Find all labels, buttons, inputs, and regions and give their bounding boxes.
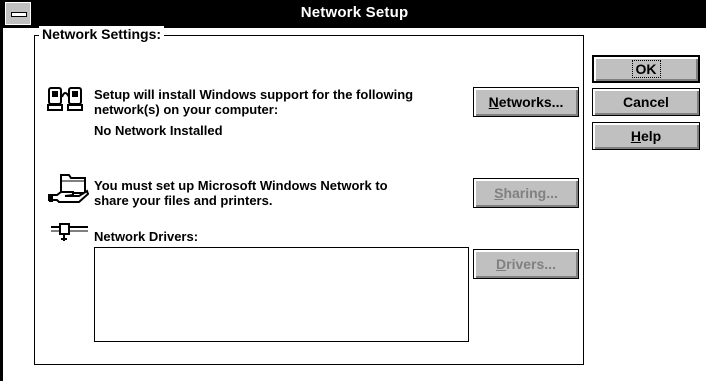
networks-button-label: etworks... bbox=[498, 94, 564, 110]
network-setup-window: Network Setup Network Settings: Setup wi… bbox=[0, 0, 706, 381]
network-drivers-listbox[interactable] bbox=[94, 247, 469, 342]
network-settings-label: Network Settings: bbox=[39, 26, 165, 42]
network-computers-icon bbox=[47, 87, 83, 111]
ok-button-label: OK bbox=[631, 60, 661, 78]
cancel-button[interactable]: Cancel bbox=[592, 88, 700, 116]
ok-button[interactable]: OK bbox=[592, 55, 700, 83]
networks-button-mnemonic: N bbox=[488, 94, 499, 110]
cancel-button-label: Cancel bbox=[623, 94, 669, 110]
sharing-button[interactable]: Sharing... bbox=[473, 178, 579, 208]
networks-description-line2: network(s) on your computer: bbox=[94, 102, 279, 117]
network-drivers-label: Network Drivers: bbox=[94, 229, 199, 244]
help-button[interactable]: Help bbox=[592, 122, 700, 150]
drivers-button-label: rivers... bbox=[506, 256, 556, 272]
network-status-text: No Network Installed bbox=[94, 123, 223, 138]
network-cable-icon bbox=[51, 223, 88, 241]
title-bar[interactable]: Network Setup bbox=[3, 0, 706, 28]
sharing-button-label: haring... bbox=[503, 185, 558, 201]
drivers-button-mnemonic: D bbox=[496, 256, 507, 272]
networks-button[interactable]: Networks... bbox=[473, 87, 579, 117]
help-button-label: elp bbox=[640, 128, 662, 144]
help-button-mnemonic: H bbox=[630, 128, 641, 144]
sharing-description-line1: You must set up Microsoft Windows Networ… bbox=[94, 178, 388, 193]
drivers-button[interactable]: Drivers... bbox=[473, 249, 579, 279]
shared-folder-hand-icon bbox=[48, 174, 90, 203]
sharing-description-line2: share your files and printers. bbox=[94, 193, 273, 208]
window-title: Network Setup bbox=[300, 4, 409, 21]
networks-description-line1: Setup will install Windows support for t… bbox=[94, 87, 414, 102]
